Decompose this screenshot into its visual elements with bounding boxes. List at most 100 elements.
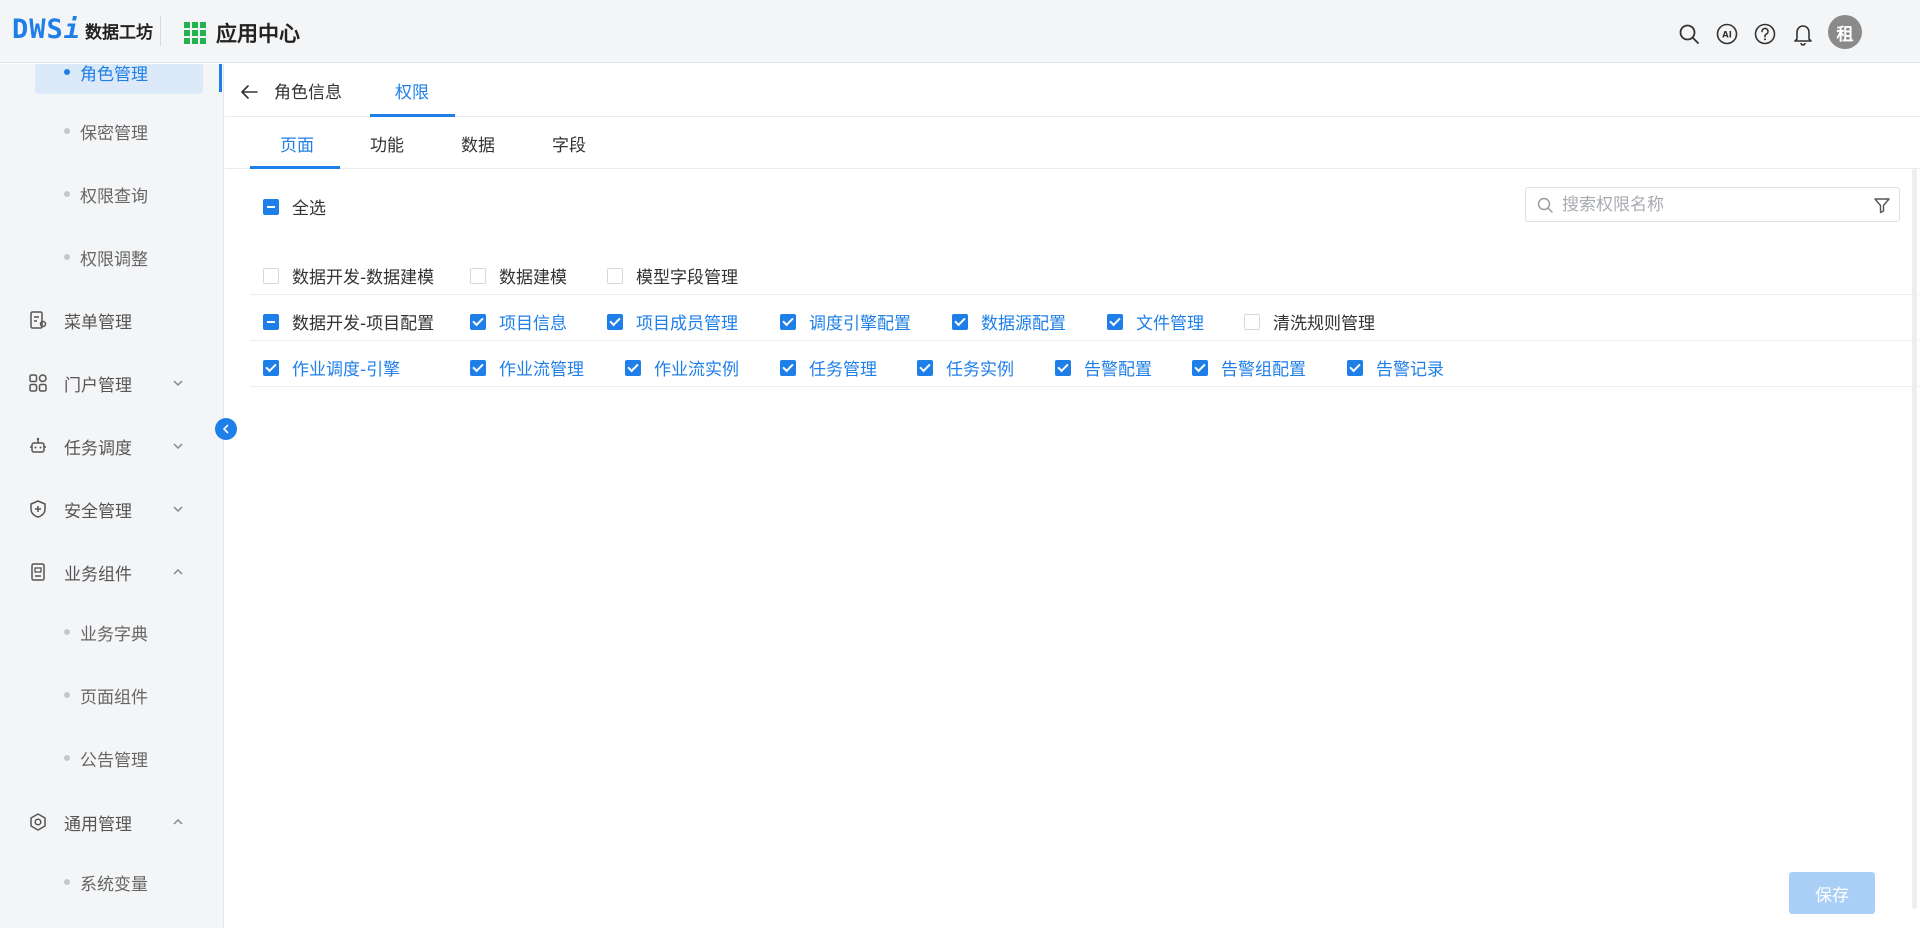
- permission-checkbox[interactable]: [263, 359, 279, 376]
- sidebar-item-menu[interactable]: 菜单管理: [0, 298, 200, 342]
- permission-item[interactable]: 数据开发-数据建模: [263, 263, 434, 288]
- permission-item[interactable]: 作业调度-引擎: [263, 355, 400, 380]
- logo-text: 数据工坊: [85, 23, 154, 43]
- permission-checkbox[interactable]: [625, 359, 641, 376]
- permission-checkbox[interactable]: [470, 359, 486, 376]
- permission-checkbox[interactable]: [1192, 359, 1208, 376]
- sidebar-item-business-dictionary[interactable]: 业务字典: [35, 610, 203, 654]
- permission-checkbox[interactable]: [1055, 359, 1071, 376]
- sidebar-item-confidential[interactable]: 保密管理: [35, 109, 203, 153]
- permission-checkbox[interactable]: [1347, 359, 1363, 376]
- permission-item[interactable]: 项目成员管理: [607, 309, 738, 334]
- permission-checkbox[interactable]: [607, 267, 623, 284]
- permission-item[interactable]: 任务实例: [917, 355, 1014, 380]
- chevron-up-icon: [173, 568, 183, 575]
- permission-item[interactable]: 作业流管理: [470, 355, 584, 380]
- search-icon: [1537, 197, 1553, 213]
- avatar[interactable]: 租: [1828, 15, 1862, 49]
- header-toolbar: AI 租: [1664, 15, 1862, 49]
- apps-grid-icon: [184, 22, 206, 44]
- app-header: DWSi 数据工坊 应用中心 AI 租: [0, 0, 1920, 63]
- permission-item[interactable]: 告警记录: [1347, 355, 1444, 380]
- menu-doc-icon: [28, 310, 48, 330]
- permission-checkbox[interactable]: [780, 313, 796, 330]
- permission-item[interactable]: 调度引擎配置: [780, 309, 911, 334]
- top-tab-bar: 角色信息 权限: [225, 64, 1920, 117]
- save-button[interactable]: 保存: [1789, 872, 1875, 914]
- bullet-dot: [64, 254, 70, 260]
- component-icon: [28, 562, 48, 582]
- logo-mark: DWSi: [12, 14, 82, 45]
- ai-icon[interactable]: AI: [1714, 21, 1740, 47]
- app-center-link[interactable]: 应用中心: [184, 18, 300, 48]
- active-subtab-indicator: [250, 166, 340, 169]
- permission-checkbox[interactable]: [1244, 313, 1260, 330]
- tab-page[interactable]: 页面: [280, 131, 314, 156]
- permission-checkbox[interactable]: [780, 359, 796, 376]
- sidebar-active-indicator: [219, 64, 222, 92]
- sidebar: 角色管理 保密管理 权限查询 权限调整 菜单管理 门户管理 任务调度 安全管理 …: [0, 64, 224, 928]
- chevron-down-icon: [173, 443, 183, 450]
- permission-item[interactable]: 作业流实例: [625, 355, 739, 380]
- search-input[interactable]: [1562, 194, 1862, 215]
- select-all[interactable]: 全选: [263, 194, 326, 219]
- bullet-dot: [64, 69, 70, 75]
- permission-item[interactable]: 文件管理: [1107, 309, 1204, 334]
- scrollbar[interactable]: [1912, 169, 1917, 909]
- permission-checkbox[interactable]: [470, 267, 486, 284]
- permission-checkbox[interactable]: [263, 313, 279, 330]
- sidebar-item-announcement[interactable]: 公告管理: [35, 736, 203, 780]
- permission-item[interactable]: 任务管理: [780, 355, 877, 380]
- portal-grid-icon: [28, 373, 48, 393]
- permission-checkbox[interactable]: [917, 359, 933, 376]
- sidebar-item-page-component[interactable]: 页面组件: [35, 673, 203, 717]
- tab-permission[interactable]: 权限: [395, 78, 429, 103]
- sidebar-item-security[interactable]: 安全管理: [0, 487, 200, 531]
- chevron-left-icon: [222, 424, 229, 434]
- permission-item[interactable]: 项目信息: [470, 309, 567, 334]
- permission-checkbox[interactable]: [263, 267, 279, 284]
- chevron-up-icon: [173, 818, 183, 825]
- help-icon[interactable]: [1752, 21, 1778, 47]
- permission-checkbox[interactable]: [607, 313, 623, 330]
- logo[interactable]: DWSi 数据工坊: [12, 14, 153, 45]
- sidebar-item-business-component[interactable]: 业务组件: [0, 550, 200, 594]
- search-icon[interactable]: [1676, 21, 1702, 47]
- sidebar-item-permission-adjust[interactable]: 权限调整: [35, 235, 203, 279]
- tab-role-info[interactable]: 角色信息: [274, 78, 342, 103]
- permission-checkbox[interactable]: [470, 313, 486, 330]
- permission-item[interactable]: 数据开发-项目配置: [263, 309, 434, 334]
- sidebar-item-general[interactable]: 通用管理: [0, 800, 200, 844]
- bullet-dot: [64, 191, 70, 197]
- chevron-down-icon: [173, 506, 183, 513]
- sidebar-collapse-button[interactable]: [215, 418, 237, 440]
- header-divider: [160, 16, 161, 46]
- permission-item[interactable]: 数据源配置: [952, 309, 1066, 334]
- sidebar-item-permission-query[interactable]: 权限查询: [35, 172, 203, 216]
- bullet-dot: [64, 755, 70, 761]
- select-all-checkbox[interactable]: [263, 198, 279, 215]
- bullet-dot: [64, 879, 70, 885]
- back-arrow-icon[interactable]: [238, 81, 260, 103]
- permission-item[interactable]: 模型字段管理: [607, 263, 738, 288]
- permission-item[interactable]: 数据建模: [470, 263, 567, 288]
- tab-field[interactable]: 字段: [552, 131, 586, 156]
- robot-icon: [28, 436, 48, 456]
- bell-icon[interactable]: [1790, 21, 1816, 47]
- permission-item[interactable]: 告警配置: [1055, 355, 1152, 380]
- bullet-dot: [64, 128, 70, 134]
- permission-checkbox[interactable]: [952, 313, 968, 330]
- sidebar-item-portal[interactable]: 门户管理: [0, 361, 200, 405]
- tab-function[interactable]: 功能: [370, 131, 404, 156]
- tab-data[interactable]: 数据: [461, 131, 495, 156]
- main-content: 角色信息 权限 页面 功能 数据 字段 全选 数据开发-数据建模 数据建模 模型…: [225, 64, 1920, 928]
- permission-item[interactable]: 告警组配置: [1192, 355, 1306, 380]
- permission-checkbox[interactable]: [1107, 313, 1123, 330]
- svg-text:AI: AI: [1722, 31, 1732, 41]
- sidebar-item-system-variable[interactable]: 系统变量: [35, 860, 203, 904]
- sidebar-item-task-schedule[interactable]: 任务调度: [0, 424, 200, 468]
- permission-row: 数据开发-项目配置 项目信息 项目成员管理 调度引擎配置 数据源配置 文件管理 …: [250, 295, 1920, 341]
- filter-icon[interactable]: [1873, 196, 1891, 214]
- permission-item[interactable]: 清洗规则管理: [1244, 309, 1375, 334]
- sidebar-item-role-management[interactable]: 角色管理: [35, 64, 203, 94]
